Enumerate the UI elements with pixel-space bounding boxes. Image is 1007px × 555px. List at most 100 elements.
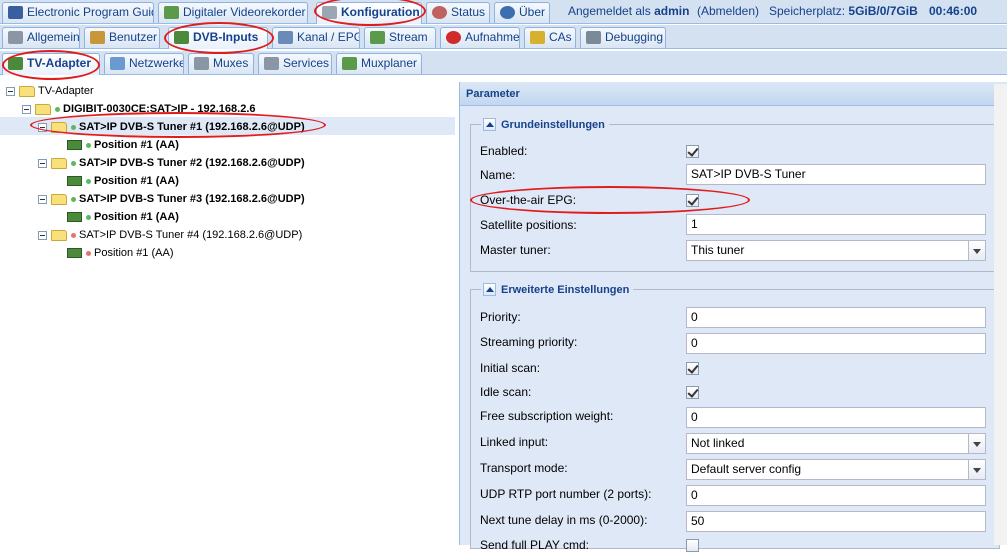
idle-scan-checkbox[interactable] xyxy=(686,386,699,399)
initial-scan-checkbox[interactable] xyxy=(686,362,699,375)
linked-input-select[interactable]: Not linked xyxy=(686,433,986,454)
satellite-positions-field[interactable]: 1 xyxy=(686,214,986,235)
ota-epg-checkbox[interactable] xyxy=(686,194,699,207)
tab-muxplaner[interactable]: Muxplaner xyxy=(336,53,422,74)
next-tune-delay-field[interactable]: 50 xyxy=(686,511,986,532)
key-icon xyxy=(530,31,545,44)
tree-position-3[interactable]: Position #1 (AA) xyxy=(67,208,267,226)
dvb-card-icon xyxy=(67,212,82,222)
enabled-checkbox[interactable] xyxy=(686,145,699,158)
ota-epg-label: Over-the-air EPG: xyxy=(480,193,577,207)
collapse-icon[interactable] xyxy=(6,87,15,96)
tree-root[interactable]: TV-Adapter xyxy=(6,82,206,100)
wrench-icon xyxy=(322,6,337,19)
priority-label: Priority: xyxy=(480,310,521,324)
tab-kanal-epg[interactable]: Kanal / EPG xyxy=(272,27,360,48)
free-subscription-weight-field[interactable]: 0 xyxy=(686,407,986,428)
free-subscription-weight-label: Free subscription weight: xyxy=(480,409,614,423)
tree-tuner-1[interactable]: SAT>IP DVB-S Tuner #1 (192.168.2.6@UDP) xyxy=(38,118,338,136)
linked-input-label: Linked input: xyxy=(480,435,549,449)
user-icon xyxy=(90,31,105,44)
collapse-up-icon[interactable] xyxy=(483,118,496,131)
folder-icon xyxy=(51,122,67,133)
tab-services[interactable]: Services xyxy=(258,53,332,74)
chevron-down-icon[interactable] xyxy=(968,434,985,453)
network-icon xyxy=(110,57,125,70)
tab-dvr[interactable]: Digitaler Videorekorder xyxy=(158,2,308,23)
transport-mode-label: Transport mode: xyxy=(480,461,568,475)
adapter-icon xyxy=(8,57,23,70)
tree-position-2[interactable]: Position #1 (AA) xyxy=(67,172,267,190)
tree-position-4[interactable]: Position #1 (AA) xyxy=(67,244,267,262)
panel-title: Parameter xyxy=(460,82,1007,106)
dvb-tab-bar: TV-Adapter Netzwerke Muxes Services Muxp… xyxy=(0,51,1007,75)
folder-icon xyxy=(35,104,51,115)
name-field[interactable]: SAT>IP DVB-S Tuner xyxy=(686,164,986,185)
tab-aufnahme[interactable]: Aufnahme xyxy=(440,27,520,48)
tab-stream[interactable]: Stream xyxy=(364,27,436,48)
tab-konfiguration[interactable]: Konfiguration xyxy=(316,2,422,24)
priority-field[interactable]: 0 xyxy=(686,307,986,328)
collapse-icon[interactable] xyxy=(38,159,47,168)
config-tab-bar: Allgemein Benutzer DVB-Inputs Kanal / EP… xyxy=(0,25,1007,49)
status-ok-icon xyxy=(71,161,76,166)
fieldset-basic-legend[interactable]: Grundeinstellungen xyxy=(481,117,609,133)
collapse-icon[interactable] xyxy=(22,105,31,114)
info-icon xyxy=(500,6,515,19)
login-info: Angemeldet als admin xyxy=(568,4,690,18)
status-ok-icon xyxy=(86,215,91,220)
tree-tuner-2[interactable]: SAT>IP DVB-S Tuner #2 (192.168.2.6@UDP) xyxy=(38,154,338,172)
tree-tuner-3[interactable]: SAT>IP DVB-S Tuner #3 (192.168.2.6@UDP) xyxy=(38,190,338,208)
initial-scan-label: Initial scan: xyxy=(480,361,541,375)
name-label: Name: xyxy=(480,168,516,182)
tab-tv-adapter[interactable]: TV-Adapter xyxy=(2,53,100,75)
tab-dvb-inputs[interactable]: DVB-Inputs xyxy=(168,27,268,49)
eye-icon xyxy=(432,6,447,19)
tab-status[interactable]: Status xyxy=(426,2,490,23)
dvb-card-icon xyxy=(67,176,82,186)
status-ok-icon xyxy=(86,143,91,148)
collapse-icon[interactable] xyxy=(38,195,47,204)
tab-muxes[interactable]: Muxes xyxy=(188,53,254,74)
transport-mode-select[interactable]: Default server config xyxy=(686,459,986,480)
status-ok-icon xyxy=(71,197,76,202)
tools-icon xyxy=(8,31,23,44)
panel-scrollbar[interactable] xyxy=(994,84,1007,545)
tab-about[interactable]: Über xyxy=(494,2,550,23)
send-full-play-checkbox[interactable] xyxy=(686,539,699,552)
master-tuner-select[interactable]: This tuner xyxy=(686,240,986,261)
streaming-priority-label: Streaming priority: xyxy=(480,335,578,349)
status-off-icon xyxy=(86,251,91,256)
main-tab-bar: Electronic Program Guide Digitaler Video… xyxy=(0,0,1007,24)
udp-rtp-port-field[interactable]: 0 xyxy=(686,485,986,506)
tab-debugging[interactable]: Debugging xyxy=(580,27,666,48)
enabled-label: Enabled: xyxy=(480,144,528,158)
epg-icon xyxy=(8,6,23,19)
master-tuner-label: Master tuner: xyxy=(480,243,551,257)
download-icon xyxy=(164,6,179,19)
tree-position-1[interactable]: Position #1 (AA) xyxy=(67,136,267,154)
storage-info: Speicherplatz: 5GiB/0/7GiB xyxy=(769,4,918,18)
collapse-icon[interactable] xyxy=(38,123,47,132)
tab-benutzer[interactable]: Benutzer xyxy=(84,27,160,48)
tab-cas[interactable]: CAs xyxy=(524,27,576,48)
tree-tuner-4[interactable]: SAT>IP DVB-S Tuner #4 (192.168.2.6@UDP) xyxy=(38,226,338,244)
clock: 00:46:00 xyxy=(929,4,978,18)
tree-device[interactable]: DIGIBIT-0030CE:SAT>IP - 192.168.2.6 xyxy=(22,100,322,118)
folder-icon xyxy=(51,230,67,241)
chevron-down-icon[interactable] xyxy=(968,460,985,479)
tab-allgemein[interactable]: Allgemein xyxy=(2,27,80,48)
folder-icon xyxy=(19,86,35,97)
tab-epg[interactable]: Electronic Program Guide xyxy=(2,2,154,23)
tv-icon xyxy=(278,31,293,44)
status-ok-icon xyxy=(86,179,91,184)
send-full-play-label: Send full PLAY cmd: xyxy=(480,538,589,552)
streaming-priority-field[interactable]: 0 xyxy=(686,333,986,354)
tab-netzwerke[interactable]: Netzwerke xyxy=(104,53,184,74)
logout-link[interactable]: (Abmelden) xyxy=(697,0,759,24)
collapse-icon[interactable] xyxy=(38,231,47,240)
planner-icon xyxy=(342,57,357,70)
fieldset-advanced-legend[interactable]: Erweiterte Einstellungen xyxy=(481,282,634,298)
chevron-down-icon[interactable] xyxy=(968,241,985,260)
collapse-up-icon[interactable] xyxy=(483,283,496,296)
